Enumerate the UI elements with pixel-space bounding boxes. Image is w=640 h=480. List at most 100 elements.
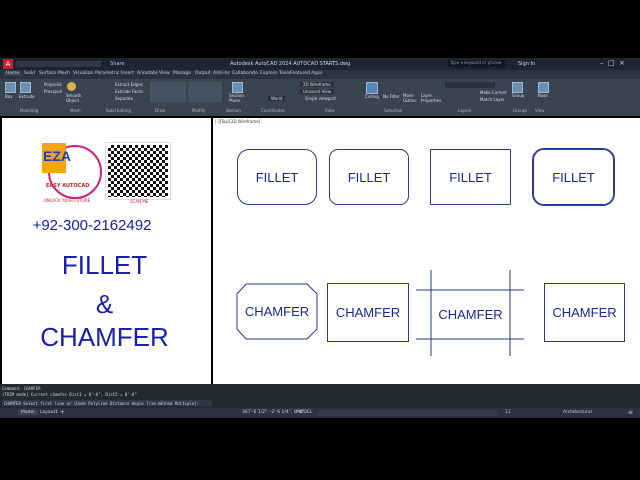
drawing-viewport[interactable]: [-][Top][2D Wireframe] FILLET FILLET FIL…	[213, 118, 640, 384]
qr-code	[105, 142, 171, 200]
chamfer-shape-2[interactable]: CHAMFER	[327, 283, 409, 342]
panel-modeling: Modeling	[20, 108, 39, 113]
tab-express-tools[interactable]: Express Tools	[260, 71, 290, 76]
extrude-icon[interactable]	[20, 82, 31, 93]
viewport-select[interactable]: Single viewport	[305, 96, 336, 101]
panel-view: View	[325, 108, 335, 113]
add-layout-icon[interactable]: +	[60, 409, 65, 416]
model-space-button[interactable]: MODEL	[296, 410, 312, 415]
polysolid-button[interactable]: Polysolid	[44, 82, 62, 87]
view-select[interactable]: Unsaved View	[300, 89, 335, 94]
tab-model[interactable]: Model	[18, 410, 38, 415]
panel-selection: Selection	[384, 108, 403, 113]
share-button[interactable]: Share	[110, 61, 124, 67]
fillet-shape-3[interactable]: FILLET	[430, 149, 511, 205]
tab-featured-apps[interactable]: Featured Apps	[290, 71, 322, 76]
modify-tools[interactable]	[188, 82, 222, 102]
tab-home[interactable]: Home	[4, 71, 22, 76]
panel-groups: Groups	[513, 108, 528, 113]
match-layer-button[interactable]: Match Layer	[480, 97, 505, 102]
phone-number: +92-300-2162492	[32, 217, 152, 234]
command-history-1: Command: CHAMFER	[2, 386, 41, 391]
ribbon-tabs: Home Solid Surface Mesh Visualize Parame…	[0, 70, 640, 79]
ribbon: Box Extrude Polysolid Presspull Smooth O…	[0, 79, 640, 116]
make-current-button[interactable]: Make Current	[480, 90, 507, 95]
units-select[interactable]: Architectural	[563, 410, 592, 415]
smooth-object-button[interactable]: Smooth Object	[66, 93, 81, 103]
chamfer-label: CHAMFER	[244, 304, 310, 319]
quick-access-toolbar[interactable]	[16, 61, 101, 67]
menu-icon[interactable]: ≡	[628, 409, 633, 416]
group-icon[interactable]	[512, 82, 523, 93]
smooth-object-icon[interactable]	[67, 82, 76, 91]
culling-button[interactable]: Culling	[365, 94, 379, 99]
tab-insert[interactable]: Insert	[121, 71, 134, 76]
info-panel: EZA EASY AUTOCAD UNLOCK YOUR FUTURE SCAN…	[2, 118, 211, 384]
extrude-faces-button[interactable]: Extrude Faces	[115, 89, 143, 94]
chamfer-label: CHAMFER	[438, 307, 503, 322]
command-prompt: CHAMFER Select first line or [Undo Polyl…	[4, 401, 200, 406]
window-title: Autodesk AutoCAD 2024 AUTOCAD STARTS.dwg	[230, 61, 351, 67]
tab-layout1[interactable]: Layout1	[40, 410, 58, 415]
title-chamfer: CHAMFER	[40, 322, 169, 352]
presspull-button[interactable]: Presspull	[44, 89, 62, 94]
draw-tools[interactable]	[150, 82, 186, 102]
panel-draw: Draw	[155, 108, 166, 113]
autocad-logo-icon[interactable]: A	[3, 59, 13, 69]
coordinate-select[interactable]: World	[268, 96, 286, 101]
logo: EZA EASY AUTOCAD UNLOCK YOUR FUTURE	[40, 141, 102, 203]
tab-view[interactable]: View	[159, 71, 170, 76]
command-line: Command: CHAMFER (TRIM mode) Current cha…	[0, 384, 640, 408]
tab-mesh[interactable]: Mesh	[58, 71, 70, 76]
layer-properties-button[interactable]: Layer Properties	[421, 93, 441, 103]
section-plane-icon[interactable]	[232, 82, 243, 93]
base-button[interactable]: Base	[538, 93, 548, 98]
fillet-label: FILLET	[449, 169, 492, 185]
chamfer-label: CHAMFER	[335, 305, 401, 320]
visual-style-select[interactable]: 2D Wireframe	[300, 82, 334, 87]
culling-icon[interactable]	[366, 82, 378, 94]
chamfer-shape-3: CHAMFER	[431, 290, 510, 339]
panel-section: Section	[226, 108, 241, 113]
tab-parametric[interactable]: Parametric	[95, 71, 119, 76]
logo-letters: EZA	[43, 148, 71, 164]
extrude-button[interactable]: Extrude	[19, 94, 35, 99]
drafting-tools[interactable]	[318, 410, 498, 416]
base-icon[interactable]	[538, 82, 549, 93]
annotation-scale[interactable]: 11	[505, 410, 511, 415]
tab-addins[interactable]: Add-ins	[213, 71, 230, 76]
move-gizmo-button[interactable]: Move Gizmo	[403, 93, 417, 103]
box-button[interactable]: Box	[5, 94, 12, 99]
tab-solid[interactable]: Solid	[24, 71, 35, 76]
panel-mesh: Mesh	[70, 108, 81, 113]
box-icon[interactable]	[5, 82, 16, 93]
signin-link[interactable]: Sign In	[518, 61, 535, 67]
separate-button[interactable]: Separate	[115, 96, 133, 101]
tab-output[interactable]: Output	[195, 71, 211, 76]
search-input[interactable]: Type a keyword or phrase	[448, 60, 505, 67]
fillet-shape-1[interactable]: FILLET	[237, 149, 317, 205]
viewport-controls[interactable]: [-][Top][2D Wireframe]	[215, 119, 260, 124]
section-plane-button[interactable]: Section Plane	[229, 93, 244, 103]
title-ampersand: &	[95, 289, 114, 319]
logo-slogan: UNLOCK YOUR FUTURE	[44, 198, 91, 203]
extract-edges-button[interactable]: Extract Edges	[115, 82, 143, 87]
panel-solid-editing: Solid Editing	[106, 108, 131, 113]
layer-select[interactable]	[445, 82, 495, 88]
group-button[interactable]: Group	[512, 93, 524, 98]
panel-view-2: View	[535, 108, 545, 113]
command-history-2: (TRIM mode) Current chamfer Dist1 = 0'-6…	[2, 392, 137, 397]
window-controls[interactable]: – □ ×	[600, 59, 625, 67]
title-bar: A Share Autodesk AutoCAD 2024 AUTOCAD ST…	[0, 58, 640, 70]
fillet-shape-2[interactable]: FILLET	[329, 149, 409, 205]
tab-collaborate[interactable]: Collaborate	[232, 71, 258, 76]
panel-layers: Layers	[458, 108, 472, 113]
tab-surface[interactable]: Surface	[39, 71, 56, 76]
command-input[interactable]: CHAMFER Select first line or [Undo Polyl…	[2, 400, 212, 406]
no-filter-button[interactable]: No Filter	[383, 94, 400, 99]
fillet-shape-4[interactable]: FILLET	[532, 148, 615, 206]
chamfer-shape-4[interactable]: CHAMFER	[544, 283, 625, 342]
tab-annotate[interactable]: Annotate	[137, 71, 158, 76]
tab-visualize[interactable]: Visualize	[73, 71, 93, 76]
tab-manage[interactable]: Manage	[173, 71, 191, 76]
